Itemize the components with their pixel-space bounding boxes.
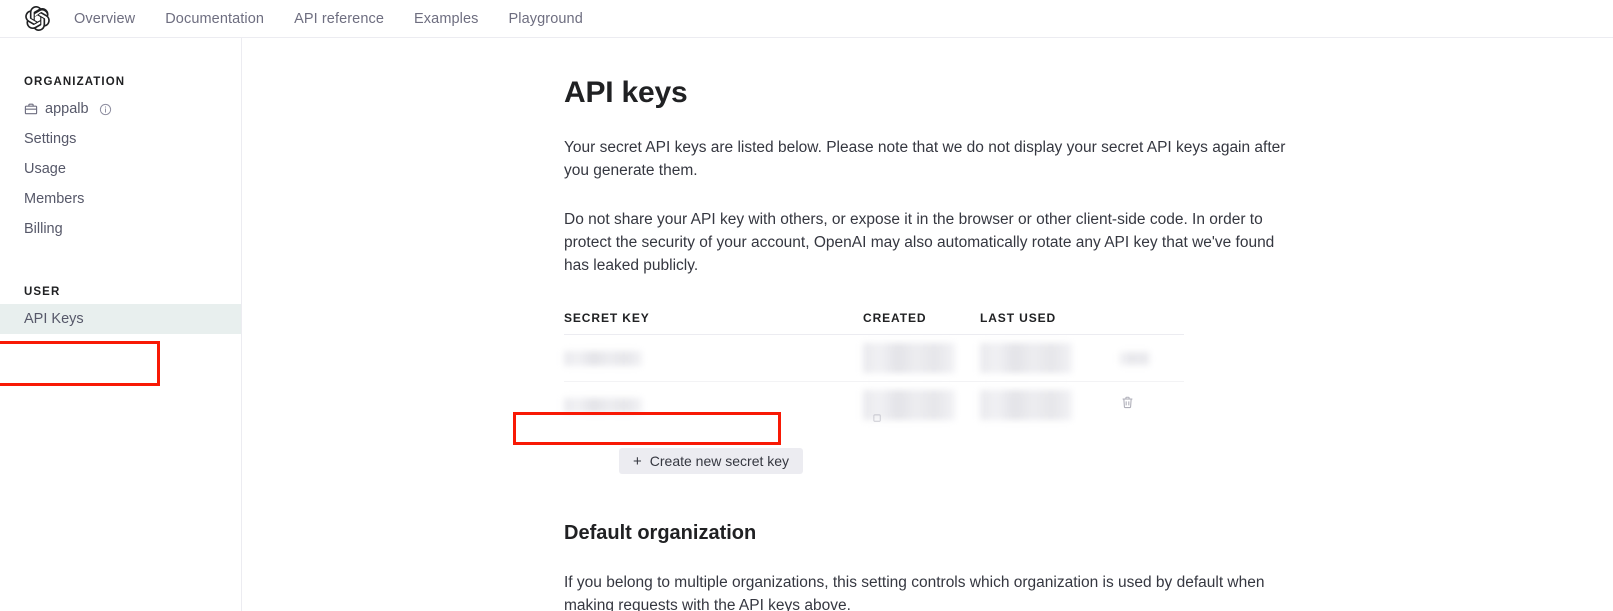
column-header-secret-key: SECRET KEY xyxy=(564,311,650,325)
redacted-action-area xyxy=(1120,351,1150,365)
info-icon[interactable] xyxy=(99,103,112,116)
api-keys-table: SECRET KEY CREATED LAST USED xyxy=(564,311,1184,428)
sidebar-heading-organization: ORGANIZATION xyxy=(24,76,126,88)
column-header-actions xyxy=(1120,311,1184,325)
openai-logo[interactable] xyxy=(10,6,64,31)
cell-last-used xyxy=(980,343,1120,373)
cell-secret-key xyxy=(564,350,863,366)
sidebar-item-usage[interactable]: Usage xyxy=(0,154,241,184)
top-navigation-bar: Overview Documentation API reference Exa… xyxy=(0,0,1613,38)
sidebar-org-name-label: appalb xyxy=(45,101,89,117)
cell-actions xyxy=(1120,351,1184,365)
main-content: API keys Your secret API keys are listed… xyxy=(243,38,1613,611)
table-row xyxy=(564,335,1184,382)
column-header-created: CREATED xyxy=(863,311,927,325)
table-row xyxy=(564,382,1184,428)
plus-icon: + xyxy=(633,452,642,470)
sidebar-item-billing[interactable]: Billing xyxy=(0,214,241,244)
intro-paragraph-1: Your secret API keys are listed below. P… xyxy=(564,139,1286,179)
intro-paragraph-2: Do not share your API key with others, o… xyxy=(564,211,1275,274)
create-new-secret-key-label: Create new secret key xyxy=(649,453,790,469)
redacted-last-used xyxy=(980,343,1072,373)
cell-secret-key xyxy=(564,397,863,413)
redacted-secret-key xyxy=(564,350,642,366)
sidebar-item-org-name[interactable]: appalb xyxy=(0,94,241,124)
content-column: API keys Your secret API keys are listed… xyxy=(564,38,1324,611)
create-button-row: + Create new secret key xyxy=(564,448,1324,474)
briefcase-icon xyxy=(24,102,38,116)
sidebar-item-api-keys[interactable]: API Keys xyxy=(0,304,241,334)
copy-icon[interactable] xyxy=(872,412,884,430)
sidebar-item-settings[interactable]: Settings xyxy=(0,124,241,154)
nav-item-examples[interactable]: Examples xyxy=(414,11,478,27)
nav-item-overview[interactable]: Overview xyxy=(74,11,135,27)
cell-created xyxy=(863,343,980,373)
cell-actions xyxy=(1120,395,1184,415)
page-title: API keys xyxy=(564,76,688,109)
cell-last-used xyxy=(980,390,1120,420)
trash-icon[interactable] xyxy=(1120,396,1135,414)
cell-created xyxy=(863,390,980,422)
sidebar-item-members[interactable]: Members xyxy=(0,184,241,214)
sidebar-heading-user: USER xyxy=(24,286,61,298)
sidebar: ORGANIZATION appalb Settings Usage Membe… xyxy=(0,38,242,611)
default-organization-description: If you belong to multiple organizations,… xyxy=(564,574,1265,611)
redacted-created-date xyxy=(863,343,955,373)
nav-item-api-reference[interactable]: API reference xyxy=(294,11,384,27)
redacted-last-used xyxy=(980,390,1072,420)
nav-item-playground[interactable]: Playground xyxy=(509,11,583,27)
table-header-row: SECRET KEY CREATED LAST USED xyxy=(564,311,1184,335)
create-new-secret-key-button[interactable]: + Create new secret key xyxy=(619,448,804,474)
redacted-secret-key xyxy=(564,397,642,413)
nav-item-documentation[interactable]: Documentation xyxy=(165,11,264,27)
default-organization-title: Default organization xyxy=(564,522,757,544)
annotation-box-sidebar-api-keys xyxy=(0,341,160,386)
nav-item-list: Overview Documentation API reference Exa… xyxy=(74,11,583,27)
column-header-last-used: LAST USED xyxy=(980,311,1057,325)
